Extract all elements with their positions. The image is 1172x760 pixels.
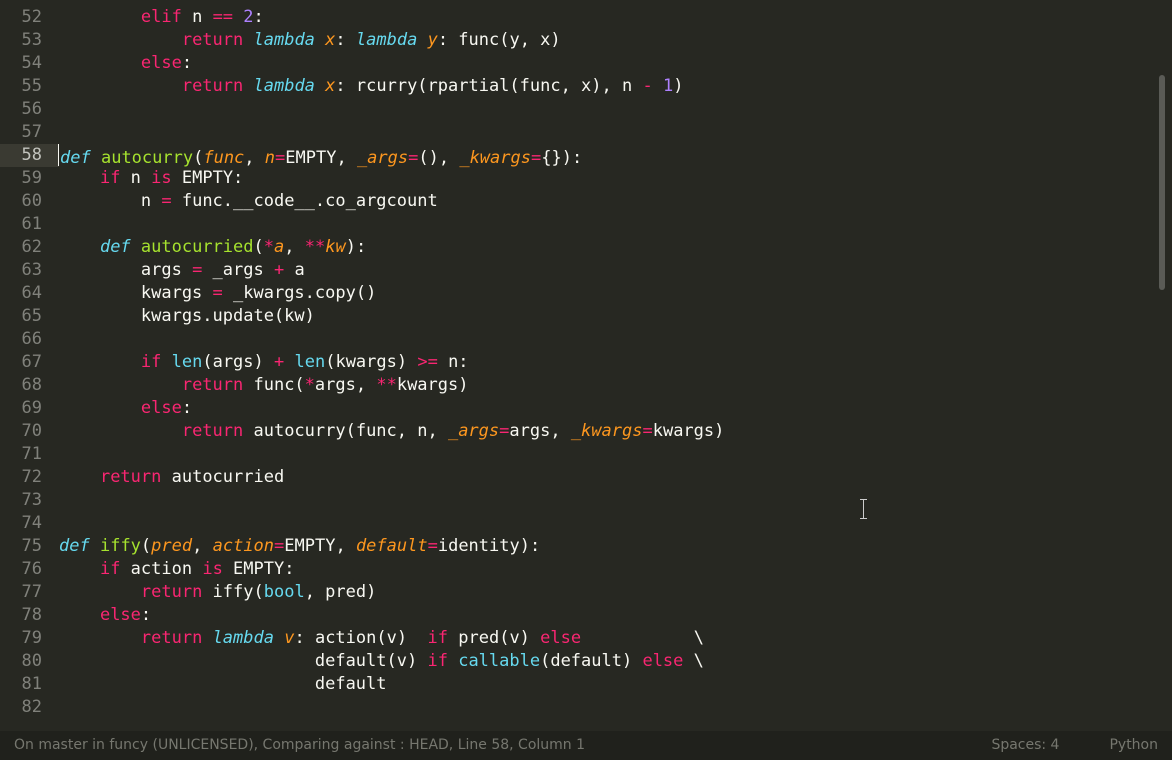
line-number: 59 [0,167,59,190]
code-line[interactable]: if n is EMPTY: [59,167,1152,190]
code-line[interactable] [59,328,1152,351]
line-number: 72 [0,466,59,489]
code-line[interactable]: if action is EMPTY: [59,558,1152,581]
code-line[interactable] [59,512,1152,535]
line-number: 55 [0,75,59,98]
line-number: 61 [0,213,59,236]
code-line[interactable]: default(v) if callable(default) else \ [59,650,1152,673]
line-number: 57 [0,121,59,144]
code-line[interactable]: return autocurry(func, n, _args=args, _k… [59,420,1152,443]
code-area[interactable]: return func elif n == 2: return lambda x… [59,0,1152,731]
line-number: 68 [0,374,59,397]
line-number: 81 [0,673,59,696]
line-number: 63 [0,259,59,282]
code-line[interactable] [59,213,1152,236]
line-number: 71 [0,443,59,466]
code-line[interactable] [59,98,1152,121]
code-line[interactable]: else: [59,604,1152,627]
code-line[interactable] [59,443,1152,466]
code-line[interactable]: else: [59,397,1152,420]
status-bar: On master in funcy (UNLICENSED), Compari… [0,731,1172,760]
line-number: 54 [0,52,59,75]
line-number: 80 [0,650,59,673]
status-left[interactable]: On master in funcy (UNLICENSED), Compari… [14,734,991,757]
code-line[interactable] [59,489,1152,512]
status-language[interactable]: Python [1109,734,1158,757]
code-line[interactable]: def autocurry(func, n=EMPTY, _args=(), _… [59,144,1152,167]
code-line[interactable]: kwargs.update(kw) [59,305,1152,328]
code-line[interactable]: kwargs = _kwargs.copy() [59,282,1152,305]
line-number: 52 [0,6,59,29]
code-line[interactable]: return lambda x: rcurry(rpartial(func, x… [59,75,1152,98]
line-number: 65 [0,305,59,328]
code-line[interactable]: return iffy(bool, pred) [59,581,1152,604]
code-line[interactable]: args = _args + a [59,259,1152,282]
scrollbar-thumb[interactable] [1159,75,1165,290]
line-number: 74 [0,512,59,535]
line-number: 73 [0,489,59,512]
line-number: 82 [0,696,59,719]
line-number: 64 [0,282,59,305]
code-line[interactable]: return lambda x: lambda y: func(y, x) [59,29,1152,52]
code-line[interactable] [59,121,1152,144]
line-number: 67 [0,351,59,374]
line-number: 66 [0,328,59,351]
code-line[interactable]: if len(args) + len(kwargs) >= n: [59,351,1152,374]
code-line[interactable]: else: [59,52,1152,75]
code-line[interactable]: return autocurried [59,466,1152,489]
line-number: 78 [0,604,59,627]
code-line[interactable]: n = func.__code__.co_argcount [59,190,1152,213]
code-line[interactable]: return lambda v: action(v) if pred(v) el… [59,627,1152,650]
line-number: 79 [0,627,59,650]
code-line[interactable]: default [59,673,1152,696]
line-number: 76 [0,558,59,581]
code-line[interactable]: def iffy(pred, action=EMPTY, default=ide… [59,535,1152,558]
line-number: 60 [0,190,59,213]
minimap-scrollbar[interactable] [1152,0,1172,731]
code-line[interactable]: return func(*args, **kwargs) [59,374,1152,397]
line-number: 62 [0,236,59,259]
status-spaces[interactable]: Spaces: 4 [991,734,1059,757]
line-number: 53 [0,29,59,52]
line-number: 77 [0,581,59,604]
line-number: 69 [0,397,59,420]
line-number: 75 [0,535,59,558]
code-editor[interactable]: 5152535455565758596061626364656667686970… [0,0,1172,731]
line-number: 70 [0,420,59,443]
line-number: 58 [0,144,59,167]
code-line[interactable]: def autocurried(*a, **kw): [59,236,1152,259]
code-line[interactable]: elif n == 2: [59,6,1152,29]
line-number: 56 [0,98,59,121]
line-number-gutter: 5152535455565758596061626364656667686970… [0,0,59,731]
code-line[interactable] [59,696,1152,719]
